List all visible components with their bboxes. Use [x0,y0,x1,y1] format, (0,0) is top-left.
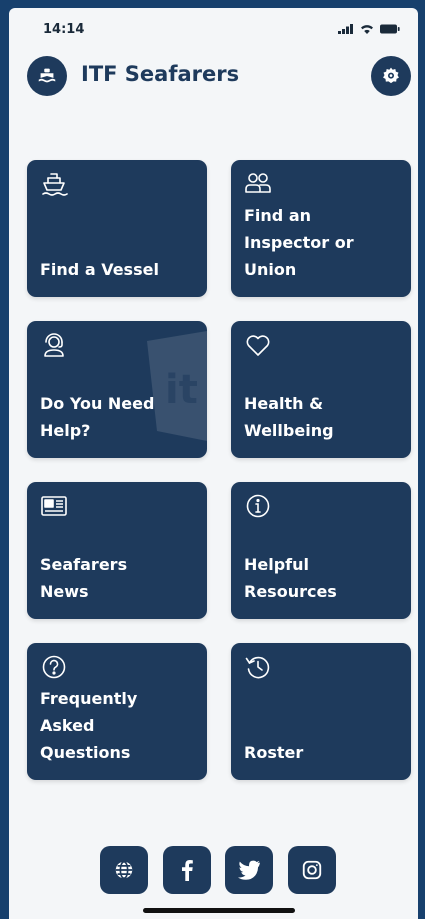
tile-seafarers-news[interactable]: Seafarers News [27,482,207,619]
tile-frequently-asked-questions[interactable]: Frequently Asked Questions [27,643,207,780]
twitter-icon [238,860,260,880]
device-frame: 14:14 ITF Seafarers Find a Vessel Find a… [0,0,425,919]
tile-helpful-resources[interactable]: Helpful Resources [231,482,411,619]
tile-roster[interactable]: Roster [231,643,411,780]
status-bar: 14:14 [9,8,418,44]
headset-icon [44,333,64,357]
twitter-button[interactable] [225,846,273,894]
battery-icon [380,24,400,34]
gear-icon [383,67,399,84]
signal-icon [338,24,353,34]
ship-icon [38,68,56,83]
tile-label: Seafarers News [40,555,128,601]
wifi-icon [361,25,373,34]
info-icon [246,494,270,518]
newspaper-icon [41,496,67,516]
website-button[interactable] [100,846,148,894]
facebook-icon [182,860,193,881]
tile-do-you-need-help[interactable]: it Do You Need Help? [27,321,207,458]
tile-label: Find an Inspector or Union [244,206,354,279]
tile-health-wellbeing[interactable]: Health & Wellbeing [231,321,411,458]
tile-label: Frequently Asked Questions [40,689,138,762]
app-header: ITF Seafarers [9,56,418,104]
home-indicator[interactable] [143,908,295,913]
facebook-button[interactable] [163,846,211,894]
instagram-icon [302,860,322,880]
tile-find-inspector-or-union[interactable]: Find an Inspector or Union [231,160,411,297]
app-screen: 14:14 ITF Seafarers Find a Vessel Find a… [9,8,418,919]
question-icon [42,655,66,679]
settings-button[interactable] [371,56,411,96]
history-icon [245,656,270,679]
tile-label: Find a Vessel [40,260,159,279]
status-icons [338,24,400,34]
ship-icon [42,173,68,196]
tile-label: Helpful Resources [244,555,337,601]
app-title: ITF Seafarers [81,62,240,86]
app-logo [27,56,67,96]
tile-label: Health & Wellbeing [244,394,334,440]
tile-label: Roster [244,743,304,762]
people-icon [245,173,271,193]
tile-find-a-vessel[interactable]: Find a Vessel [27,160,207,297]
tile-label: Do You Need Help? [40,394,155,440]
heart-icon [246,335,270,356]
globe-icon [115,860,133,880]
instagram-button[interactable] [288,846,336,894]
status-time: 14:14 [43,22,85,37]
